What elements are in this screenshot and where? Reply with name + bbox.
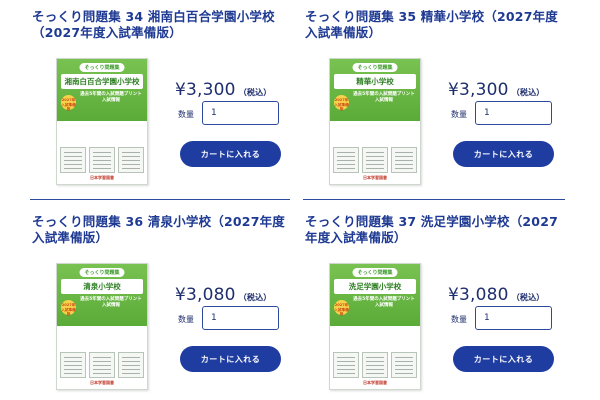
product-grid: そっくり問題集 34 湘南白百合学園小学校（2027年度入試準備版） そっくり問… (0, 0, 600, 400)
quantity-label: 数量 (178, 315, 194, 324)
tax-label: （税込） (238, 293, 272, 302)
sample-sheet (60, 147, 86, 173)
quantity-input[interactable] (202, 101, 279, 125)
sample-sheet (362, 352, 388, 378)
product-title[interactable]: そっくり問題集 35 精華小学校（2027年度入試準備版） (305, 9, 567, 41)
cover-publisher: 日本学習図書 (90, 380, 114, 385)
row-divider (303, 199, 565, 200)
cover-series-label: そっくり問題集 (79, 268, 125, 277)
cover-school-name: 清泉小学校 (61, 279, 143, 294)
cover-series-label: そっくり問題集 (79, 63, 125, 72)
price-value: ¥3,300 (448, 80, 509, 100)
cover-badge: 2027年入試準備版 (334, 300, 349, 316)
sample-sheet (391, 147, 417, 173)
cover-sample-sheets (60, 147, 144, 173)
price: ¥3,300 （税込） (175, 80, 272, 100)
sample-sheet (89, 352, 115, 378)
price-value: ¥3,080 (448, 285, 509, 305)
sample-sheet (333, 352, 359, 378)
sample-sheet (89, 147, 115, 173)
price-value: ¥3,300 (175, 80, 236, 100)
tax-label: （税込） (511, 88, 545, 97)
add-to-cart-button[interactable]: カートに入れる (180, 346, 281, 372)
add-to-cart-button[interactable]: カートに入れる (453, 346, 554, 372)
cover-school-name: 湘南白百合学園小学校 (61, 74, 143, 89)
cover-badge: 2027年入試準備版 (61, 300, 76, 316)
product-card: そっくり問題集 34 湘南白百合学園小学校（2027年度入試準備版） そっくり問… (30, 0, 295, 190)
quantity-label: 数量 (451, 110, 467, 119)
tax-label: （税込） (511, 293, 545, 302)
sample-sheet (362, 147, 388, 173)
price-value: ¥3,080 (175, 285, 236, 305)
price: ¥3,300 （税込） (448, 80, 545, 100)
cover-publisher: 日本学習図書 (363, 380, 387, 385)
quantity-input[interactable] (475, 101, 552, 125)
sample-sheet (333, 147, 359, 173)
cover-badge: 2027年入試準備版 (61, 95, 76, 111)
product-title[interactable]: そっくり問題集 34 湘南白百合学園小学校（2027年度入試準備版） (32, 9, 294, 41)
sample-sheet (118, 147, 144, 173)
price: ¥3,080 （税込） (175, 285, 272, 305)
cover-school-name: 精華小学校 (334, 74, 416, 89)
quantity-label: 数量 (451, 315, 467, 324)
quantity-input[interactable] (202, 306, 279, 330)
cover-subtitle: 過去5年間の入試問題プリント入試情報 (353, 297, 415, 308)
cover-subtitle: 過去5年間の入試問題プリント入試情報 (80, 297, 142, 308)
cover-subtitle: 過去5年間の入試問題プリント入試情報 (353, 92, 415, 103)
sample-sheet (391, 352, 417, 378)
product-card: そっくり問題集 35 精華小学校（2027年度入試準備版） そっくり問題集 精華… (303, 0, 568, 190)
product-title[interactable]: そっくり問題集 37 洗足学園小学校（2027年度入試準備版） (305, 214, 567, 246)
cover-badge: 2027年入試準備版 (334, 95, 349, 111)
price: ¥3,080 （税込） (448, 285, 545, 305)
cover-series-label: そっくり問題集 (352, 63, 398, 72)
quantity-input[interactable] (475, 306, 552, 330)
cover-subtitle: 過去5年間の入試問題プリント入試情報 (80, 92, 142, 103)
product-card: そっくり問題集 36 清泉小学校（2027年度入試準備版） そっくり問題集 清泉… (30, 205, 295, 395)
sample-sheet (118, 352, 144, 378)
cover-sample-sheets (60, 352, 144, 378)
product-title[interactable]: そっくり問題集 36 清泉小学校（2027年度入試準備版） (32, 214, 294, 246)
book-cover-image[interactable]: そっくり問題集 清泉小学校 2027年入試準備版 過去5年間の入試問題プリント入… (56, 263, 148, 390)
add-to-cart-button[interactable]: カートに入れる (453, 141, 554, 167)
cover-sample-sheets (333, 352, 417, 378)
add-to-cart-button[interactable]: カートに入れる (180, 141, 281, 167)
tax-label: （税込） (238, 88, 272, 97)
book-cover-image[interactable]: そっくり問題集 湘南白百合学園小学校 2027年入試準備版 過去5年間の入試問題… (56, 58, 148, 185)
cover-publisher: 日本学習図書 (363, 175, 387, 180)
book-cover-image[interactable]: そっくり問題集 洗足学園小学校 2027年入試準備版 過去5年間の入試問題プリン… (329, 263, 421, 390)
quantity-label: 数量 (178, 110, 194, 119)
sample-sheet (60, 352, 86, 378)
product-card: そっくり問題集 37 洗足学園小学校（2027年度入試準備版） そっくり問題集 … (303, 205, 568, 395)
book-cover-image[interactable]: そっくり問題集 精華小学校 2027年入試準備版 過去5年間の入試問題プリント入… (329, 58, 421, 185)
row-divider (30, 199, 290, 200)
cover-school-name: 洗足学園小学校 (334, 279, 416, 294)
cover-sample-sheets (333, 147, 417, 173)
cover-series-label: そっくり問題集 (352, 268, 398, 277)
cover-publisher: 日本学習図書 (90, 175, 114, 180)
